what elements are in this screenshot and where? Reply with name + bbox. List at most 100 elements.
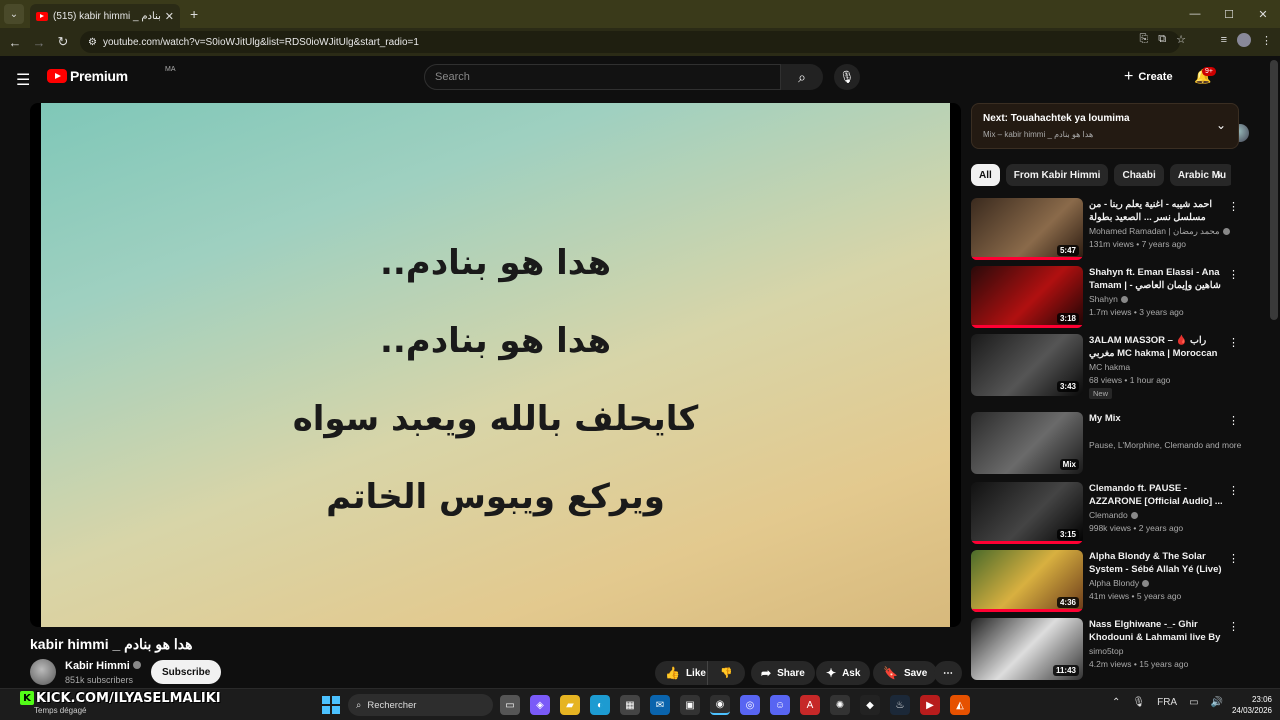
more-vertical-icon[interactable]: ⋮ — [1228, 552, 1239, 565]
outlook-icon[interactable]: ✉ — [650, 695, 670, 715]
chevron-up-icon[interactable]: ⌃ — [1112, 697, 1120, 708]
recommendation-channel[interactable]: simo5top — [1089, 646, 1124, 656]
recommendation-channel[interactable]: MC hakma — [1089, 362, 1130, 372]
ask-button[interactable]: ✦ Ask — [816, 661, 871, 685]
recommendation-title[interactable]: 3ALAM MAS3OR – 🩸 راب مغربي MC hakma | Mo… — [1089, 334, 1227, 360]
video-thumbnail[interactable]: 3:18 — [971, 266, 1083, 328]
steam-icon[interactable]: ♨ — [890, 695, 910, 715]
share-button[interactable]: ➦ Share — [751, 661, 815, 685]
url-field[interactable]: ⚙ youtube.com/watch?v=S0ioWJitUlg&list=R… — [80, 31, 1180, 53]
windows-start-icon[interactable] — [322, 696, 340, 714]
recommendation-channel[interactable]: Clemando — [1089, 510, 1138, 520]
video-player[interactable]: هدا هو بنادم.. هدا هو بنادم.. كايحلف بال… — [30, 103, 961, 627]
chevron-right-icon[interactable]: › — [1217, 168, 1221, 182]
recommendation-title[interactable]: Shahyn ft. Eman Elassi - Ana Tamam | شاه… — [1089, 266, 1227, 292]
install-app-icon[interactable]: ⧉ — [1158, 33, 1166, 46]
video-frame[interactable]: هدا هو بنادم.. هدا هو بنادم.. كايحلف بال… — [41, 103, 950, 627]
chevron-down-icon[interactable]: ⌄ — [1216, 118, 1226, 132]
up-next-panel[interactable]: Next: Touahachtek ya loumima Mix – kabir… — [971, 103, 1239, 149]
close-window-button[interactable]: ✕ — [1246, 0, 1280, 28]
more-vertical-icon[interactable]: ⋮ — [1228, 336, 1239, 349]
minimize-button[interactable]: — — [1178, 0, 1212, 28]
video-thumbnail[interactable]: 4:36 — [971, 550, 1083, 612]
channel-name[interactable]: Kabir Himmi — [65, 660, 141, 672]
chatgpt-icon[interactable]: ✺ — [830, 695, 850, 715]
recommendation-channel[interactable]: Mohamed Ramadan | محمد رمضان — [1089, 226, 1230, 237]
recommendation-item[interactable]: 3:15 Clemando ft. PAUSE - AZZARONE [Offic… — [971, 482, 1241, 544]
recommendation-item[interactable]: Mix My Mix Pause, L'Morphine, Clemando and… — [971, 412, 1241, 474]
recommendation-item[interactable]: 11:43 Nass Elghiwane -_- Ghir Khodouni & … — [971, 618, 1241, 680]
browser-tab[interactable]: (515) kabir himmi _ هدا هو بنادم ✕ — [30, 4, 180, 28]
recommendation-title[interactable]: احمد شيبه - اغنية يعلم ربنا - من مسلسل ن… — [1089, 198, 1227, 224]
epic-icon[interactable]: ◆ — [860, 695, 880, 715]
like-button[interactable]: 👍 Like — [655, 661, 714, 685]
scrollbar[interactable] — [1270, 60, 1278, 320]
maximize-button[interactable]: ☐ — [1212, 0, 1246, 28]
tab-menu-chevron-down-icon[interactable]: ⌄ — [4, 4, 24, 24]
youtube-premium-logo[interactable]: Premium MA — [47, 66, 176, 84]
video-thumbnail[interactable]: 3:43 — [971, 334, 1083, 396]
new-tab-button[interactable]: + — [190, 6, 198, 22]
inbox-icon[interactable]: ▣ — [680, 695, 700, 715]
recommendation-title[interactable]: My Mix — [1089, 412, 1227, 438]
recommendation-channel[interactable]: Alpha Blondy — [1089, 578, 1150, 588]
video-thumbnail[interactable]: 11:43 — [971, 618, 1083, 680]
weather-widget[interactable]: Temps dégagé — [34, 706, 86, 715]
recommendation-item[interactable]: 3:18 Shahyn ft. Eman Elassi - Ana Tamam |… — [971, 266, 1241, 328]
recommendation-item[interactable]: 4:36 Alpha Blondy & The Solar System - Sé… — [971, 550, 1241, 612]
game-controller-icon[interactable]: ◎ — [740, 695, 760, 715]
browser-menu-icon[interactable]: ⋮ — [1261, 34, 1272, 47]
recommendation-item[interactable]: 3:43 3ALAM MAS3OR – 🩸 راب مغربي MC hakma … — [971, 334, 1241, 399]
save-button[interactable]: 🔖 Save — [873, 661, 938, 685]
file-explorer-icon[interactable]: ▰ — [560, 695, 580, 715]
hamburger-menu-icon[interactable]: ☰ — [16, 70, 30, 90]
recommendation-channel[interactable]: Pause, L'Morphine, Clemando and more — [1089, 440, 1241, 450]
create-button[interactable]: + Create — [1124, 68, 1173, 86]
back-arrow-icon[interactable]: ← — [3, 35, 27, 50]
adobe-icon[interactable]: A — [800, 695, 820, 715]
chip-arabic-music[interactable]: Arabic Mu — [1169, 164, 1231, 186]
forward-arrow-icon[interactable]: → — [27, 35, 51, 50]
profile-avatar[interactable] — [1237, 33, 1251, 47]
search-input[interactable]: Search — [424, 64, 781, 90]
brave-icon[interactable]: ◭ — [950, 695, 970, 715]
recommendation-title[interactable]: Clemando ft. PAUSE - AZZARONE [Official … — [1089, 482, 1227, 508]
recommendation-title[interactable]: Nass Elghiwane -_- Ghir Khodouni & Lahma… — [1089, 618, 1227, 644]
more-vertical-icon[interactable]: ⋮ — [1228, 268, 1239, 281]
store-icon[interactable]: ▦ — [620, 695, 640, 715]
video-thumbnail[interactable]: 3:15 — [971, 482, 1083, 544]
site-info-icon[interactable]: ⚙ — [88, 37, 97, 48]
discord-icon[interactable]: ☺ — [770, 695, 790, 715]
reload-icon[interactable]: ↻ — [51, 34, 75, 50]
edge-icon[interactable]: ◐ — [590, 695, 610, 715]
voice-search-button[interactable]: 🎙 — [834, 64, 860, 90]
video-thumbnail[interactable]: Mix — [971, 412, 1083, 474]
translate-icon[interactable]: ⎘ — [1139, 33, 1148, 46]
more-vertical-icon[interactable]: ⋮ — [1228, 620, 1239, 633]
network-icon[interactable]: ▭ — [1189, 697, 1198, 708]
subscribe-button[interactable]: Subscribe — [151, 660, 222, 684]
reading-list-icon[interactable]: ≡ — [1221, 34, 1227, 46]
tab-close-icon[interactable]: ✕ — [165, 10, 174, 23]
more-vertical-icon[interactable]: ⋮ — [1228, 484, 1239, 497]
more-vertical-icon[interactable]: ⋮ — [1228, 414, 1239, 427]
chip-all[interactable]: All — [971, 164, 1000, 186]
channel-avatar[interactable] — [30, 659, 56, 685]
microphone-icon[interactable]: 🎙 — [1132, 697, 1145, 708]
search-button[interactable]: ⌕ — [781, 64, 823, 90]
copilot-icon[interactable]: ◈ — [530, 695, 550, 715]
streaming-app-icon[interactable]: ▶ — [920, 695, 940, 715]
task-view-icon[interactable]: ▭ — [500, 695, 520, 715]
clock[interactable]: 23:06 24/03/2026 — [1222, 694, 1272, 716]
language-indicator[interactable]: FRA — [1157, 697, 1177, 708]
chip-from-channel[interactable]: From Kabir Himmi — [1005, 164, 1109, 186]
recommendation-title[interactable]: Alpha Blondy & The Solar System - Sébé A… — [1089, 550, 1227, 576]
dislike-button[interactable]: 👎 — [707, 661, 745, 685]
recommendation-item[interactable]: 5:47 احمد شيبه - اغنية يعلم ربنا - من مسل… — [971, 198, 1241, 260]
recommendation-channel[interactable]: Shahyn — [1089, 294, 1128, 304]
video-thumbnail[interactable]: 5:47 — [971, 198, 1083, 260]
more-vertical-icon[interactable]: ⋮ — [1228, 200, 1239, 213]
more-actions-button[interactable]: ⋯ — [934, 661, 962, 685]
taskbar-search[interactable]: ⌕ Rechercher — [348, 694, 493, 716]
chrome-icon[interactable]: ◉ — [710, 695, 730, 715]
